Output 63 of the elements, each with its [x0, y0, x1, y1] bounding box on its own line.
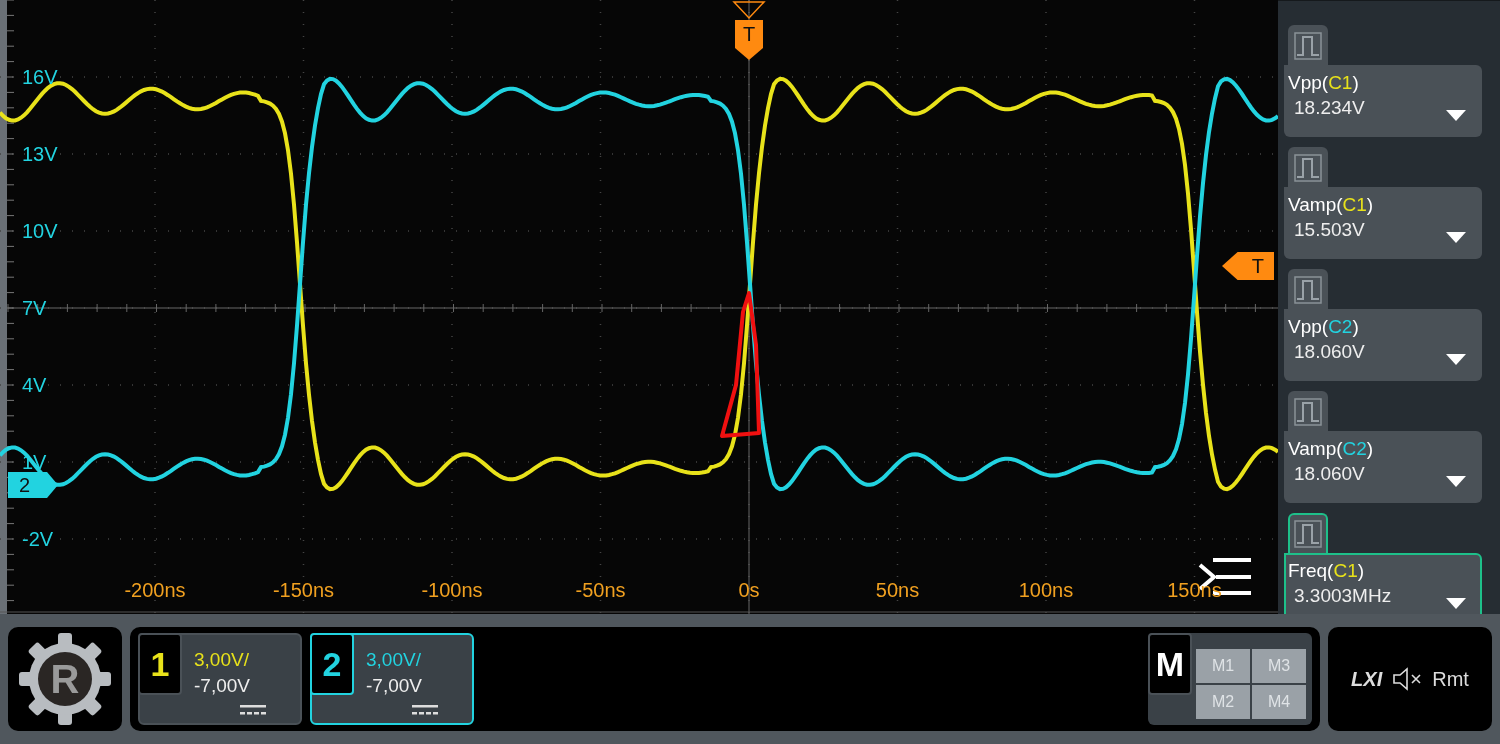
y-axis-label: 13V	[22, 144, 58, 164]
measurement-card[interactable]: Freq(C1) 3.3003MHz	[1284, 553, 1482, 614]
x-axis-label: 0s	[738, 580, 760, 600]
measurement-card[interactable]: Vamp(C2) 18.060V	[1284, 431, 1482, 503]
y-axis-label: 16V	[22, 67, 58, 87]
measurement-name: Freq(C1)	[1288, 559, 1366, 583]
channel-box[interactable]: 2 3,00V/ -7,00V	[310, 633, 474, 725]
pulse-icon	[1294, 520, 1322, 548]
dc-coupling-icon	[240, 705, 266, 715]
measurement-value: 18.060V	[1294, 340, 1365, 364]
measurement-tab[interactable]	[1288, 391, 1328, 431]
dropdown-caret-icon[interactable]	[1446, 110, 1466, 121]
channel-number: 1	[138, 633, 182, 695]
x-axis-label: -50ns	[575, 580, 626, 600]
y-axis-label: 7V	[22, 298, 47, 318]
channel-offset-marker[interactable]: 2	[8, 472, 58, 498]
x-axis-label: 50ns	[875, 580, 920, 600]
pulse-icon	[1294, 276, 1322, 304]
measurement-card[interactable]: Vpp(C2) 18.060V	[1284, 309, 1482, 381]
channel-offset: -7,00V	[366, 675, 422, 697]
trigger-position-marker[interactable]: T	[735, 20, 763, 60]
dropdown-caret-icon[interactable]	[1446, 232, 1466, 243]
measurement-value: 18.060V	[1294, 462, 1365, 486]
measurement-tab[interactable]	[1288, 269, 1328, 309]
measurement-name: Vpp(C2)	[1288, 315, 1360, 339]
dropdown-caret-icon[interactable]	[1446, 476, 1466, 487]
pulse-icon	[1294, 32, 1322, 60]
channel-box[interactable]: 1 3,00V/ -7,00V	[138, 633, 302, 725]
x-axis-label: -150ns	[272, 580, 335, 600]
x-axis-label: 150ns	[1167, 580, 1222, 600]
measurement-card[interactable]: Vamp(C1) 15.503V	[1284, 187, 1482, 259]
channel-scale: 3,00V/	[194, 649, 249, 671]
y-axis-label: 4V	[22, 375, 47, 395]
channel-number: 2	[310, 633, 354, 695]
dropdown-caret-icon[interactable]	[1446, 598, 1466, 609]
pulse-icon	[1294, 398, 1322, 426]
measurement-tab[interactable]	[1288, 147, 1328, 187]
measurement-value: 3.3003MHz	[1294, 584, 1392, 608]
y-axis-label: 10V	[22, 221, 58, 241]
dropdown-caret-icon[interactable]	[1446, 354, 1466, 365]
x-axis-label: -100ns	[421, 580, 483, 600]
measurement-name: Vamp(C2)	[1288, 437, 1375, 461]
math-label[interactable]: M	[1148, 633, 1192, 695]
measurement-value: 18.234V	[1294, 96, 1365, 120]
measurement-card[interactable]: Vpp(C1) 18.234V	[1284, 65, 1482, 137]
y-axis-label: -2V	[22, 529, 54, 549]
remote-status: Rmt	[1432, 667, 1469, 691]
x-axis-label: 100ns	[1018, 580, 1074, 600]
trigger-level-marker[interactable]: T	[1222, 252, 1274, 280]
measurement-name: Vamp(C1)	[1288, 193, 1375, 217]
measurement-tab[interactable]	[1288, 513, 1328, 553]
trigger-arrow-icon	[732, 1, 766, 20]
channel-offset: -7,00V	[194, 675, 250, 697]
lxi-status: LXI	[1351, 667, 1383, 691]
measurement-name: Vpp(C1)	[1288, 71, 1360, 95]
measurement-tab[interactable]	[1288, 25, 1328, 65]
logo-button[interactable]: R	[8, 627, 122, 731]
pulse-icon	[1294, 154, 1322, 182]
channel-scale: 3,00V/	[366, 649, 421, 671]
dc-coupling-icon	[412, 705, 438, 715]
speaker-muted-icon[interactable]	[1392, 667, 1423, 691]
x-axis-label: -200ns	[124, 580, 186, 600]
measurement-value: 15.503V	[1294, 218, 1365, 242]
